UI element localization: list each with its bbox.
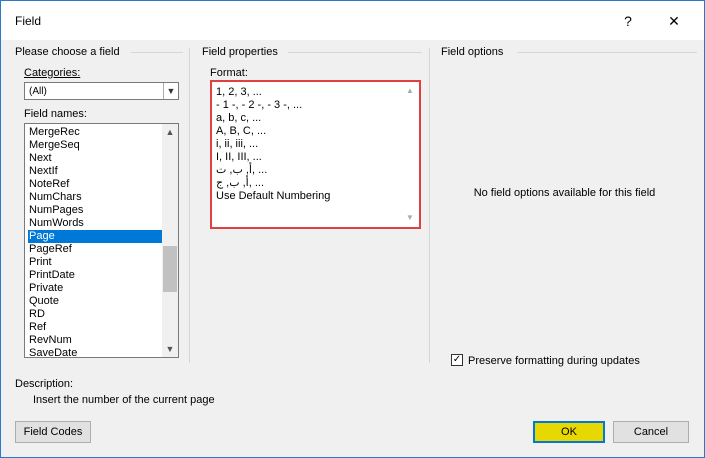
format-option[interactable]: أ, ب, ج, ... [216, 177, 264, 190]
chevron-down-icon[interactable]: ▼ [162, 341, 178, 357]
list-item[interactable]: NumPages [28, 204, 162, 217]
list-item[interactable]: NextIf [28, 165, 162, 178]
list-item[interactable]: MergeSeq [28, 139, 162, 152]
help-button[interactable]: ? [615, 9, 641, 33]
format-option[interactable]: A, B, C, ... [216, 125, 266, 138]
format-option[interactable]: Use Default Numbering [216, 190, 330, 203]
list-item[interactable]: NumChars [28, 191, 162, 204]
categories-label-accesskey: Categories: [24, 67, 81, 79]
choose-field-heading: Please choose a field [15, 46, 120, 58]
field-names-list[interactable]: MergeRec MergeSeq Next NextIf NoteRef Nu… [24, 123, 179, 358]
format-scrollbar[interactable]: ▲ ▼ [403, 84, 417, 225]
checkmark-icon: ✓ [452, 354, 462, 365]
format-option[interactable]: I, II, III, ... [216, 151, 262, 164]
chevron-up-icon[interactable]: ▲ [403, 84, 417, 98]
list-item[interactable]: Quote [28, 295, 162, 308]
scrollbar-thumb[interactable] [163, 246, 177, 292]
list-item[interactable]: PrintDate [28, 269, 162, 282]
format-list[interactable]: 1, 2, 3, ... - 1 -, - 2 -, - 3 -, ... a,… [214, 84, 417, 225]
format-label: Format: [210, 67, 248, 79]
format-option[interactable]: a, b, c, ... [216, 112, 261, 125]
list-item[interactable]: RevNum [28, 334, 162, 347]
format-option[interactable]: 1, 2, 3, ... [216, 86, 262, 99]
field-dialog: Field ? ✕ Please choose a field Categori… [0, 0, 705, 458]
column-divider-left [189, 48, 190, 363]
list-item[interactable]: Print [28, 256, 162, 269]
list-item-selected[interactable]: Page [28, 230, 162, 243]
list-item[interactable]: Ref [28, 321, 162, 334]
chevron-up-icon[interactable]: ▲ [162, 124, 178, 140]
description-label: Description: [15, 378, 74, 390]
close-button[interactable]: ✕ [659, 9, 689, 33]
preserve-formatting-checkbox[interactable]: ✓ [451, 354, 463, 366]
dialog-title: Field [15, 14, 42, 28]
categories-dropdown[interactable]: (All) ▼ [24, 82, 179, 100]
list-item[interactable]: NumWords [28, 217, 162, 230]
list-item[interactable]: PageRef [28, 243, 162, 256]
preserve-formatting-label[interactable]: Preserve formatting during updates [468, 355, 640, 367]
list-item[interactable]: MergeRec [28, 126, 162, 139]
chevron-down-icon[interactable]: ▼ [403, 211, 417, 225]
categories-value: (All) [29, 86, 47, 97]
categories-label: Categories: [24, 67, 80, 79]
format-option[interactable]: i, ii, iii, ... [216, 138, 258, 151]
no-field-options-message: No field options available for this fiel… [473, 187, 656, 199]
choose-field-divider [131, 52, 183, 53]
list-item[interactable]: Next [28, 152, 162, 165]
field-options-heading: Field options [441, 46, 504, 58]
field-options-divider [517, 52, 697, 53]
format-option[interactable]: أ, ب, ت, ... [216, 164, 267, 177]
description-text: Insert the number of the current page [33, 394, 215, 406]
column-divider-right [429, 48, 430, 363]
field-names-label: Field names: [24, 108, 87, 120]
list-item[interactable]: RD [28, 308, 162, 321]
field-properties-divider [288, 52, 422, 53]
ok-button[interactable]: OK [533, 421, 605, 443]
list-item[interactable]: NoteRef [28, 178, 162, 191]
field-codes-button[interactable]: Field Codes [15, 421, 91, 443]
list-item[interactable]: Private [28, 282, 162, 295]
title-bar: Field ? ✕ [1, 1, 704, 40]
format-option[interactable]: - 1 -, - 2 -, - 3 -, ... [216, 99, 302, 112]
format-list-highlight: 1, 2, 3, ... - 1 -, - 2 -, - 3 -, ... a,… [210, 80, 421, 229]
chevron-down-icon[interactable]: ▼ [163, 83, 178, 99]
field-properties-heading: Field properties [202, 46, 278, 58]
field-names-scrollbar[interactable]: ▲ ▼ [162, 124, 178, 357]
list-item[interactable]: SaveDate [28, 347, 162, 357]
cancel-button[interactable]: Cancel [613, 421, 689, 443]
